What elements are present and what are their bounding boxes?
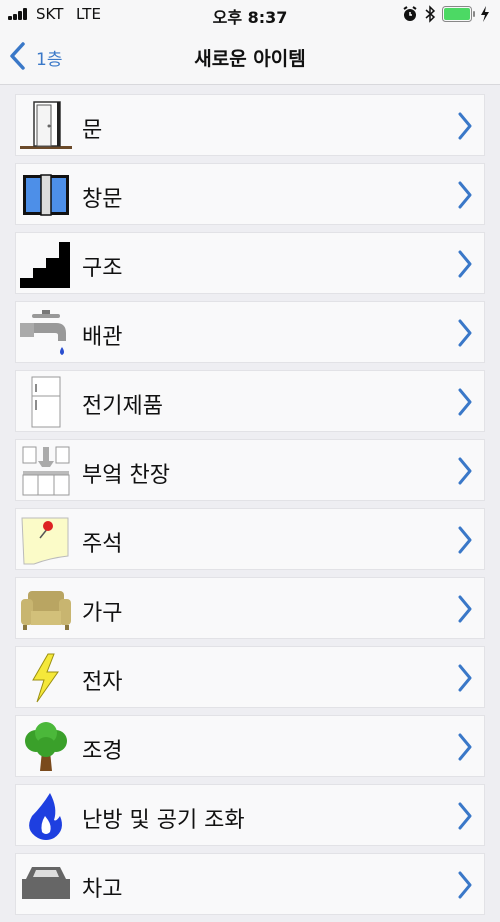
chevron-right-icon	[458, 526, 472, 554]
list-item-structure[interactable]: 구조	[15, 232, 485, 294]
item-label: 구조	[82, 256, 123, 281]
list-item-kitchen-cabinet[interactable]: 부엌 찬장	[15, 439, 485, 501]
status-bar: SKT LTE 오후 8:37	[0, 0, 500, 28]
chevron-right-icon	[458, 733, 472, 761]
window-icon	[23, 174, 69, 216]
list-item-furniture[interactable]: 가구	[15, 577, 485, 639]
list-item-note[interactable]: 주석	[15, 508, 485, 570]
chevron-right-icon	[458, 250, 472, 278]
flame-icon	[29, 793, 62, 840]
item-label: 부엌 찬장	[82, 463, 170, 488]
list-item-landscaping[interactable]: 조경	[15, 715, 485, 777]
list-item-garage[interactable]: 차고	[15, 853, 485, 915]
chevron-right-icon	[458, 457, 472, 485]
door-icon	[20, 101, 72, 149]
status-icons	[402, 4, 492, 24]
chevron-right-icon	[458, 388, 472, 416]
alarm-icon	[403, 6, 417, 21]
chevron-right-icon	[458, 871, 472, 899]
chevron-right-icon	[458, 181, 472, 209]
tree-icon	[25, 722, 67, 771]
list-item-appliances[interactable]: 전기제품	[15, 370, 485, 432]
refrigerator-icon	[31, 376, 61, 428]
kitchen-cabinet-icon	[22, 446, 70, 496]
car-icon	[22, 867, 70, 899]
item-label: 가구	[82, 601, 123, 626]
battery-icon	[442, 6, 475, 22]
sofa-icon	[21, 591, 71, 630]
item-category-list: 문 창문 구조 배관 전기제품 부엌 찬장 주석 가구 전자 조경 난방 및 공…	[15, 94, 485, 922]
navigation-bar: 1층 새로운 아이템	[0, 28, 500, 85]
chevron-right-icon	[458, 595, 472, 623]
list-item-window[interactable]: 창문	[15, 163, 485, 225]
item-label: 전자	[82, 670, 123, 695]
page-title: 새로운 아이템	[194, 48, 306, 70]
item-label: 조경	[82, 739, 123, 764]
item-label: 전기제품	[82, 394, 163, 419]
chevron-right-icon	[458, 802, 472, 830]
faucet-icon	[20, 310, 66, 355]
bluetooth-icon	[425, 5, 436, 23]
list-item-plumbing[interactable]: 배관	[15, 301, 485, 363]
item-label: 난방 및 공기 조화	[82, 808, 245, 833]
chevron-right-icon	[458, 112, 472, 140]
charging-icon	[481, 6, 489, 22]
lightning-icon	[32, 653, 59, 703]
item-label: 문	[82, 118, 103, 143]
sticky-note-icon	[21, 517, 69, 565]
item-label: 차고	[82, 877, 123, 902]
item-label: 배관	[82, 325, 123, 350]
list-item-electronics[interactable]: 전자	[15, 646, 485, 708]
list-item-door[interactable]: 문	[15, 94, 485, 156]
item-label: 창문	[82, 187, 123, 212]
chevron-right-icon	[458, 319, 472, 347]
list-item-hvac[interactable]: 난방 및 공기 조화	[15, 784, 485, 846]
item-label: 주석	[82, 532, 123, 557]
chevron-right-icon	[458, 664, 472, 692]
stairs-icon	[20, 242, 70, 288]
